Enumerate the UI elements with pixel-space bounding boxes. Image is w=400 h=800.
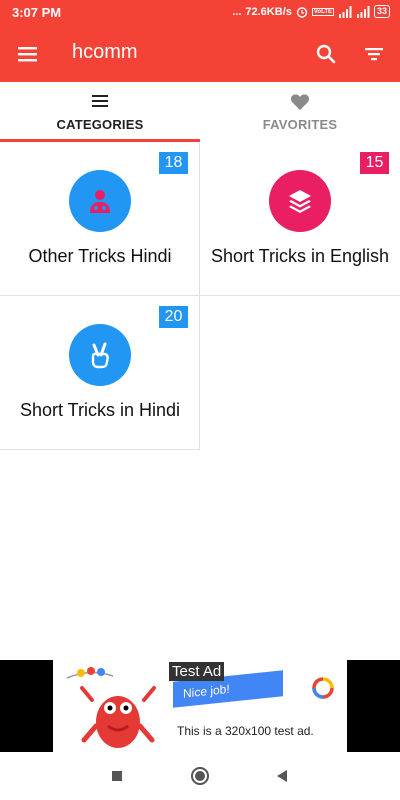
menu-icon bbox=[18, 47, 37, 62]
category-icon-circle bbox=[69, 170, 131, 232]
ad-monster-icon bbox=[80, 686, 156, 748]
list-icon bbox=[92, 95, 108, 107]
category-count-badge: 15 bbox=[360, 152, 389, 174]
signal-2-icon bbox=[356, 5, 370, 18]
search-button[interactable] bbox=[312, 40, 340, 68]
peace-hand-icon bbox=[91, 342, 109, 369]
category-name: Short Tricks in Hindi bbox=[19, 400, 181, 420]
app-title: hcomm bbox=[72, 41, 138, 63]
home-circle-icon bbox=[191, 767, 209, 785]
status-bar: 3:07 PM ... 72.6KB/s VoLTE 33 bbox=[0, 0, 400, 26]
heart-icon bbox=[290, 94, 310, 110]
ad-container: Nice job! Test Ad This is a 320x100 test… bbox=[0, 660, 400, 752]
category-card[interactable]: 20 Short Tricks in Hindi bbox=[0, 296, 200, 450]
battery-icon: 33 bbox=[373, 5, 390, 18]
category-icon-circle bbox=[269, 170, 331, 232]
ad-text: This is a 320x100 test ad. bbox=[177, 724, 314, 738]
category-name: Short Tricks in English bbox=[210, 246, 390, 266]
category-icon-circle bbox=[69, 324, 131, 386]
alarm-icon bbox=[296, 6, 308, 18]
app-bar: hcomm bbox=[0, 26, 400, 82]
home-button[interactable] bbox=[188, 764, 212, 788]
status-time: 3:07 PM bbox=[12, 5, 62, 20]
back-button[interactable] bbox=[270, 764, 294, 788]
ad-banner[interactable]: Nice job! Test Ad This is a 320x100 test… bbox=[53, 660, 347, 752]
tab-categories[interactable]: CATEGORIES bbox=[0, 82, 200, 142]
signal-icon bbox=[338, 5, 352, 18]
tab-categories-label: CATEGORIES bbox=[56, 117, 144, 132]
tab-favorites[interactable]: FAVORITES bbox=[200, 82, 400, 142]
category-name: Other Tricks Hindi bbox=[28, 246, 172, 266]
square-icon bbox=[112, 771, 122, 781]
category-count-badge: 20 bbox=[159, 306, 188, 328]
layers-icon bbox=[289, 190, 311, 213]
menu-button[interactable] bbox=[14, 40, 42, 68]
person-badge-icon bbox=[90, 190, 110, 213]
network-speed: 72.6KB/s bbox=[245, 5, 292, 18]
category-count-badge: 18 bbox=[159, 152, 188, 174]
search-icon bbox=[316, 44, 336, 64]
volte-icon: VoLTE bbox=[311, 7, 334, 16]
filter-icon bbox=[365, 48, 383, 61]
recents-button[interactable] bbox=[105, 764, 129, 788]
tab-bar: CATEGORIES FAVORITES bbox=[0, 82, 400, 142]
category-card[interactable]: 15 Short Tricks in English bbox=[200, 142, 400, 296]
category-card[interactable]: 18 Other Tricks Hindi bbox=[0, 142, 200, 296]
top-bar: 3:07 PM ... 72.6KB/s VoLTE 33 hcomm bbox=[0, 0, 400, 82]
status-dots: ... bbox=[232, 5, 242, 18]
back-triangle-icon bbox=[277, 770, 287, 782]
ad-ribbon-text: Nice job! bbox=[183, 681, 230, 701]
ad-label: Test Ad bbox=[169, 662, 225, 681]
filter-button[interactable] bbox=[360, 40, 388, 68]
status-icons: ... 72.6KB/s VoLTE 33 bbox=[232, 5, 390, 18]
tab-favorites-label: FAVORITES bbox=[262, 117, 338, 132]
ad-logo-icon bbox=[312, 677, 334, 699]
navigation-bar bbox=[0, 752, 400, 800]
